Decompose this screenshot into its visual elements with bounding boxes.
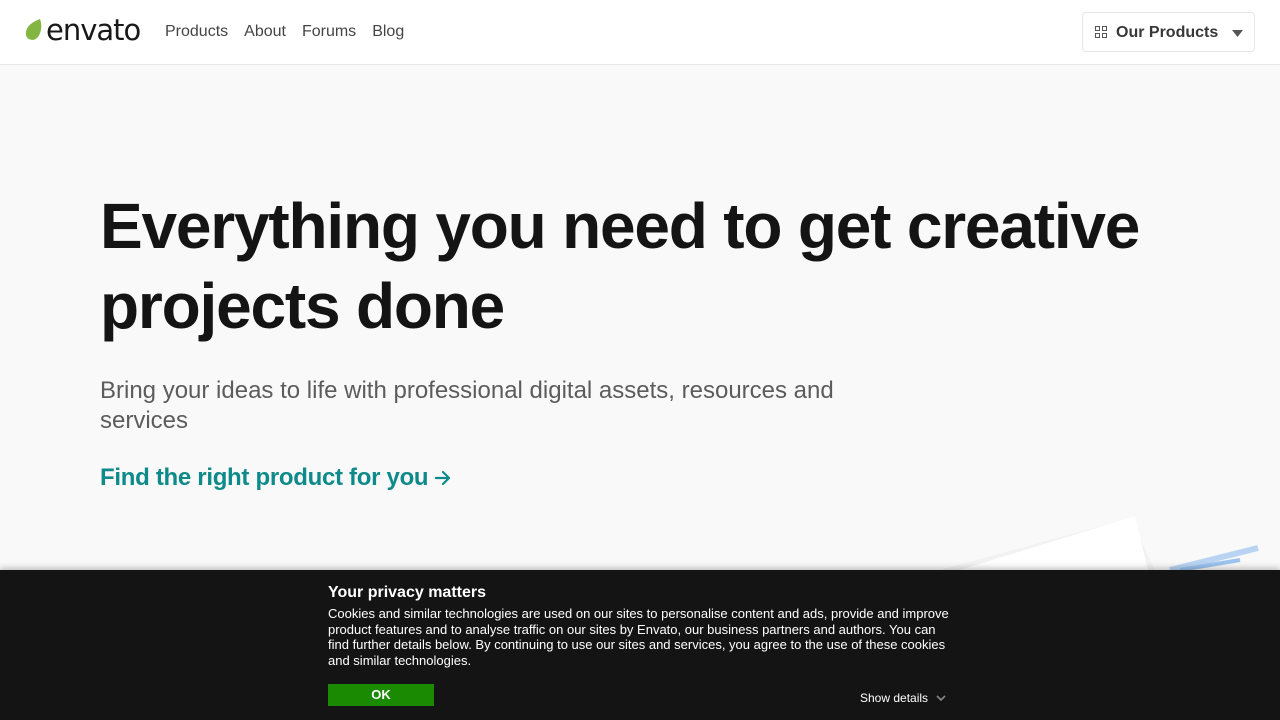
envato-logo[interactable]: envato (24, 13, 141, 47)
grid-icon (1095, 26, 1107, 38)
decorative-illustration (940, 516, 1259, 570)
cookie-body: Cookies and similar technologies are use… (328, 606, 949, 668)
site-header: envato Products About Forums Blog Our Pr… (0, 0, 1280, 65)
logo-wordmark: envato (46, 13, 141, 47)
nav-forums-link[interactable]: Forums (302, 21, 356, 43)
nav-blog-link[interactable]: Blog (372, 21, 404, 43)
find-product-label: Find the right product for you (100, 464, 429, 491)
cookie-banner: Your privacy matters Cookies and similar… (0, 570, 1280, 720)
hero-title: Everything you need to get creative proj… (100, 190, 1140, 342)
our-products-label: Our Products (1116, 24, 1219, 41)
chevron-down-icon (936, 694, 946, 701)
nav-about-link[interactable]: About (244, 21, 286, 43)
hero-subtitle: Bring your ideas to life with profession… (100, 377, 834, 434)
show-details-label: Show details (860, 691, 929, 705)
cookie-ok-button[interactable]: OK (328, 684, 434, 706)
main-nav: Products About Forums Blog (165, 21, 404, 43)
show-details-link[interactable]: Show details (860, 691, 946, 705)
arrow-right-icon (435, 470, 451, 486)
nav-products-link[interactable]: Products (165, 21, 228, 43)
our-products-dropdown[interactable]: Our Products (1082, 12, 1255, 52)
find-product-link[interactable]: Find the right product for you (100, 463, 452, 493)
leaf-icon (25, 19, 42, 40)
caret-down-icon (1232, 30, 1243, 37)
cookie-title: Your privacy matters (328, 584, 486, 601)
